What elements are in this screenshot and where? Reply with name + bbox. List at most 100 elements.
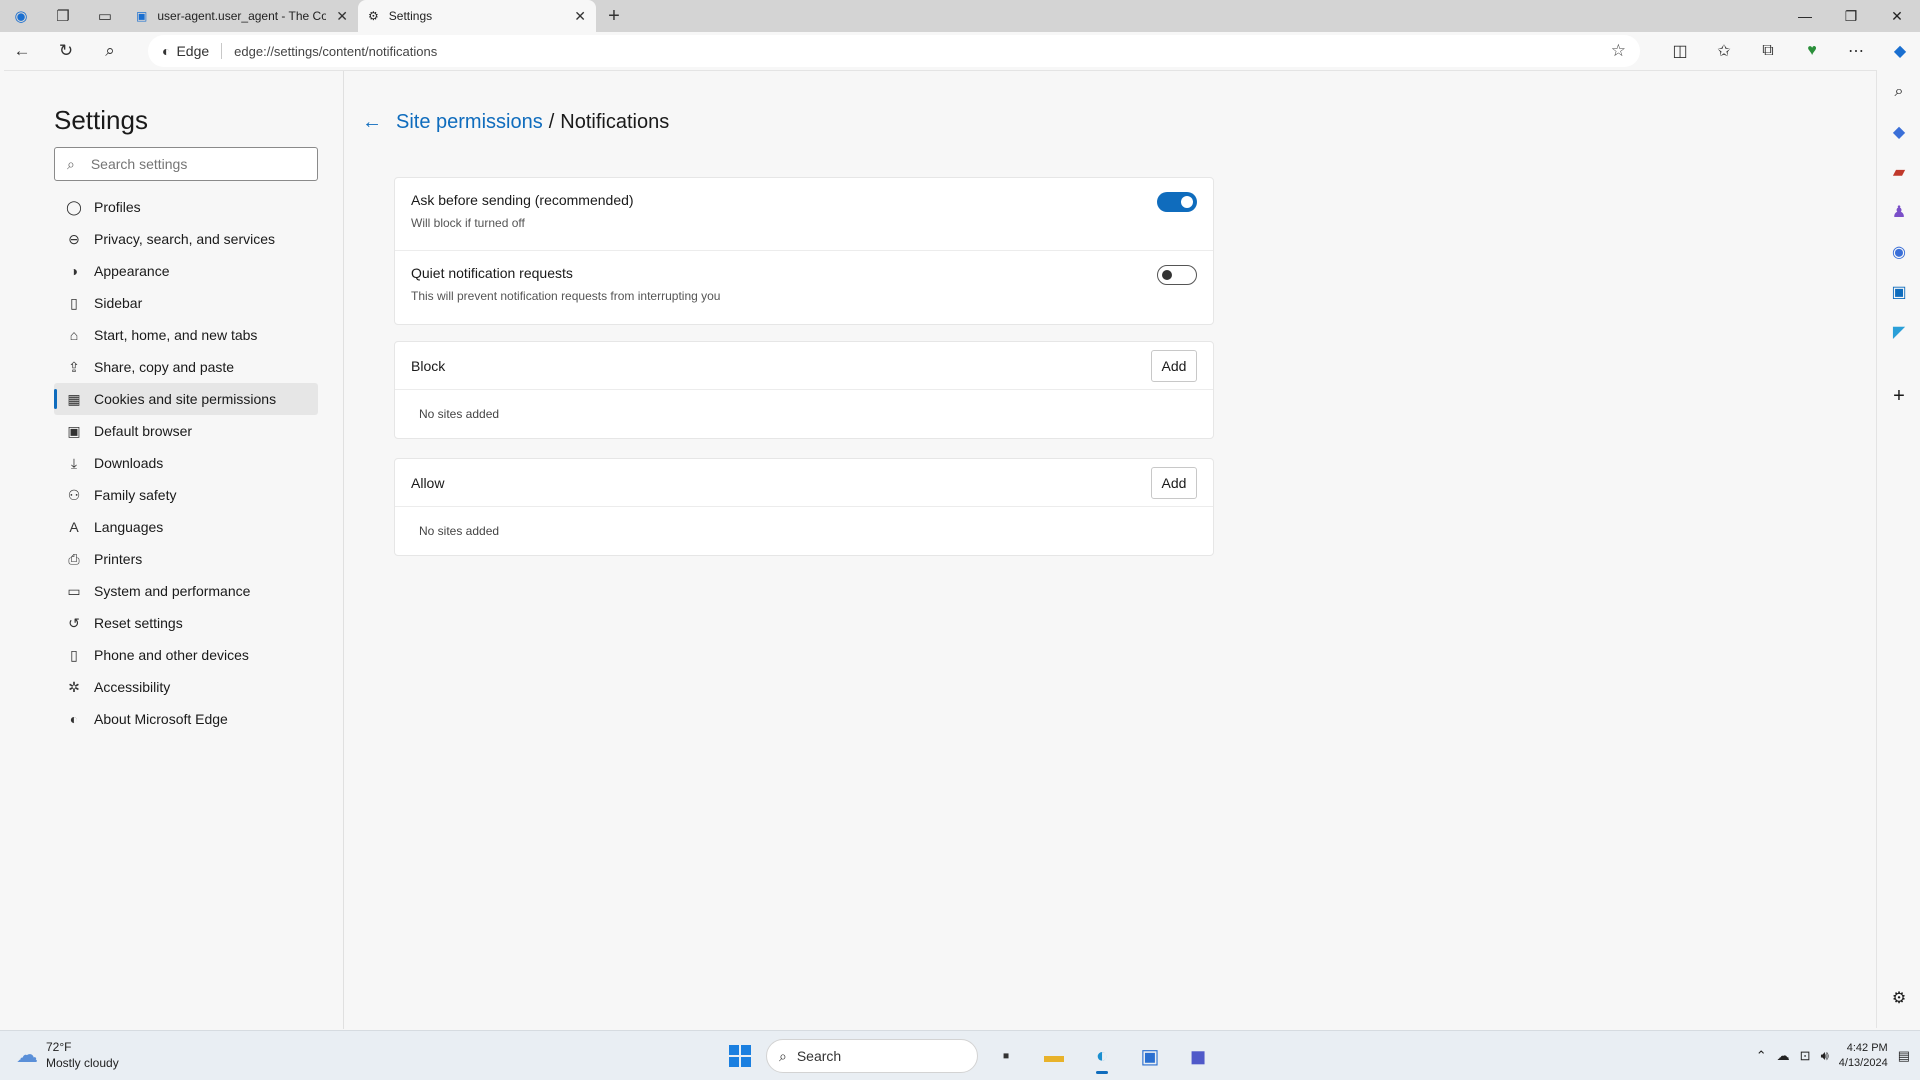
add-sidebar-app-icon[interactable]: + — [1877, 376, 1920, 416]
outlook-icon[interactable]: ▣ — [1877, 272, 1920, 312]
back-icon[interactable]: ← — [0, 32, 44, 70]
favorites-icon[interactable]: ✩ — [1702, 32, 1746, 70]
copilot-icon[interactable]: ◆ — [1878, 32, 1920, 70]
share-icon: ⇪ — [68, 358, 80, 375]
divider — [221, 43, 223, 59]
close-tab-icon[interactable]: ✕ — [574, 8, 586, 25]
tab-settings[interactable]: ⚙ Settings ✕ — [358, 0, 596, 32]
restore-icon[interactable]: ❐ — [1828, 0, 1874, 32]
title-bar: ◉ ❐ ▭ ▣ user-agent.user_agent - The Coll… — [0, 0, 1920, 32]
toolbar-right: ◫ ✩ ⧉ ♥ ⋯ ◆ — [1658, 32, 1920, 70]
notifications-icon[interactable]: ▤ — [1898, 1048, 1910, 1064]
sidebar-item-privacy-search-and-services[interactable]: ⊖ Privacy, search, and services — [54, 223, 318, 255]
reset-icon: ↺ — [68, 614, 80, 631]
minimize-icon[interactable]: — — [1782, 0, 1828, 32]
sidebar-item-label: Languages — [94, 519, 164, 535]
workspaces-icon[interactable]: ❐ — [42, 0, 84, 32]
sidebar-item-label: Appearance — [94, 263, 170, 279]
ask-toggle[interactable] — [1157, 192, 1197, 212]
tab-user-agent[interactable]: ▣ user-agent.user_agent - The Coll ✕ — [126, 0, 358, 32]
refresh-icon[interactable]: ↻ — [44, 32, 88, 70]
chevron-up-icon[interactable]: ⌃ — [1756, 1048, 1767, 1064]
sidebar-item-downloads[interactable]: ⤓ Downloads — [54, 447, 318, 479]
browser-essentials-icon[interactable]: ♥ — [1790, 32, 1834, 70]
allow-empty-text: No sites added — [419, 524, 500, 538]
tools-icon[interactable]: ▰ — [1877, 152, 1920, 192]
sidebar-item-start-home-and-new-tabs[interactable]: ⌂ Start, home, and new tabs — [54, 319, 318, 351]
search-settings-box[interactable]: ⌕ — [54, 147, 318, 181]
sidebar-item-label: Family safety — [94, 487, 177, 503]
sidebar-item-default-browser[interactable]: ▣ Default browser — [54, 415, 318, 447]
sidebar-item-profiles[interactable]: ◯ Profiles — [54, 191, 318, 223]
back-arrow-icon[interactable]: ← — [362, 111, 382, 134]
search-settings-input[interactable] — [90, 156, 291, 172]
sidebar-item-appearance[interactable]: ◑ Appearance — [54, 255, 318, 287]
breadcrumb: ← Site permissions / Notifications — [362, 111, 669, 134]
sidebar-item-system-and-performance[interactable]: ▭ System and performance — [54, 575, 318, 607]
split-screen-icon[interactable]: ◫ — [1658, 32, 1702, 70]
network-icon[interactable]: ⊡ — [1800, 1048, 1811, 1064]
sidebar-item-phone-and-other-devices[interactable]: ▯ Phone and other devices — [54, 639, 318, 671]
collections-icon[interactable]: ⧉ — [1746, 32, 1790, 70]
sidebar-item-family-safety[interactable]: ⚇ Family safety — [54, 479, 318, 511]
site-permissions-link[interactable]: Site permissions — [396, 111, 543, 134]
more-options-icon[interactable]: ⋯ — [1834, 32, 1878, 70]
tab-title: Settings — [388, 9, 433, 23]
sidebar-item-reset-settings[interactable]: ↺ Reset settings — [54, 607, 318, 639]
quiet-toggle[interactable] — [1157, 265, 1197, 285]
ask-before-sending-row: Ask before sending (recommended) Will bl… — [395, 178, 1213, 251]
shopping-icon[interactable]: ◆ — [1877, 112, 1920, 152]
appearance-icon: ◑ — [69, 263, 79, 279]
clock[interactable]: 4:42 PM 4/13/2024 — [1839, 1041, 1888, 1071]
new-tab-button[interactable]: + — [596, 0, 632, 32]
games-icon[interactable]: ♟ — [1877, 192, 1920, 232]
navigation-bar: ← ↻ ⌕ ◐ Edge edge://settings/content/not… — [0, 32, 1920, 70]
sidebar-settings-gear-icon[interactable]: ⚙ — [1877, 978, 1920, 1018]
allow-card: Allow Add No sites added — [394, 458, 1214, 556]
cloud-sync-icon[interactable]: ☁ — [1777, 1048, 1790, 1064]
edge-icon: ◐ — [69, 711, 79, 727]
address-bar[interactable]: ◐ Edge edge://settings/content/notificat… — [148, 35, 1640, 67]
edge-taskbar-icon[interactable]: ◐ — [1082, 1037, 1122, 1075]
sidebar-item-label: Printers — [94, 551, 143, 567]
microsoft-365-icon[interactable]: ◉ — [1877, 232, 1920, 272]
store-icon[interactable]: ▣ — [1130, 1037, 1170, 1075]
settings-content: Settings ⌕ ◯ Profiles ⊖ Privacy, search, an… — [4, 70, 1876, 1029]
search-icon[interactable]: ⌕ — [1877, 72, 1920, 112]
profile-avatar-icon[interactable]: ◉ — [0, 0, 42, 32]
sidebar-item-label: Start, home, and new tabs — [94, 327, 258, 343]
tab-actions-icon[interactable]: ▭ — [84, 0, 126, 32]
sidebar-item-accessibility[interactable]: ✲ Accessibility — [54, 671, 318, 703]
sidebar-item-sidebar[interactable]: ▯ Sidebar — [54, 287, 318, 319]
url-text[interactable]: edge://settings/content/notifications — [234, 44, 437, 59]
sidebar-item-cookies-and-site-permissions[interactable]: ▦ Cookies and site permissions — [54, 383, 318, 415]
file-explorer-icon[interactable]: ▬ — [1034, 1037, 1074, 1075]
file-manager-icon[interactable]: ▪ — [986, 1037, 1026, 1075]
start-button[interactable] — [722, 1038, 758, 1074]
system-icon: ▭ — [67, 582, 81, 599]
teams-icon[interactable]: ◼ — [1178, 1037, 1218, 1075]
gear-icon: ⚙ — [368, 9, 379, 23]
sidebar-item-printers[interactable]: ⎙ Printers — [54, 543, 318, 575]
block-add-button[interactable]: Add — [1151, 350, 1197, 382]
close-window-icon[interactable]: ✕ — [1874, 0, 1920, 32]
phone-icon: ▯ — [70, 646, 78, 663]
taskbar-search[interactable]: ⌕ Search — [766, 1039, 978, 1073]
sidebar-item-languages[interactable]: A Languages — [54, 511, 318, 543]
cloud-icon: ☁ — [16, 1042, 38, 1067]
weather-temp: 72°F — [46, 1040, 72, 1054]
weather-widget[interactable]: ☁ 72°F Mostly cloudy — [16, 1039, 119, 1071]
taskbar: ☁ 72°F Mostly cloudy ⌕ Search ▪ ▬ ◐ ▣ ◼ … — [0, 1030, 1920, 1080]
volume-icon[interactable]: 🔊︎ — [1821, 1048, 1829, 1064]
allow-add-button[interactable]: Add — [1151, 467, 1197, 499]
drop-icon[interactable]: ◤ — [1877, 312, 1920, 352]
block-card: Block Add No sites added — [394, 341, 1214, 439]
favorite-star-icon[interactable]: ☆ — [1611, 41, 1626, 61]
sidebar-item-label: Cookies and site permissions — [94, 391, 277, 407]
sidebar-item-about-microsoft-edge[interactable]: ◐ About Microsoft Edge — [54, 703, 318, 735]
search-icon[interactable]: ⌕ — [88, 32, 132, 70]
quiet-title: Quiet notification requests — [411, 265, 573, 281]
close-tab-icon[interactable]: ✕ — [336, 8, 348, 25]
breadcrumb-separator: / — [548, 111, 555, 133]
sidebar-item-share-copy-and-paste[interactable]: ⇪ Share, copy and paste — [54, 351, 318, 383]
